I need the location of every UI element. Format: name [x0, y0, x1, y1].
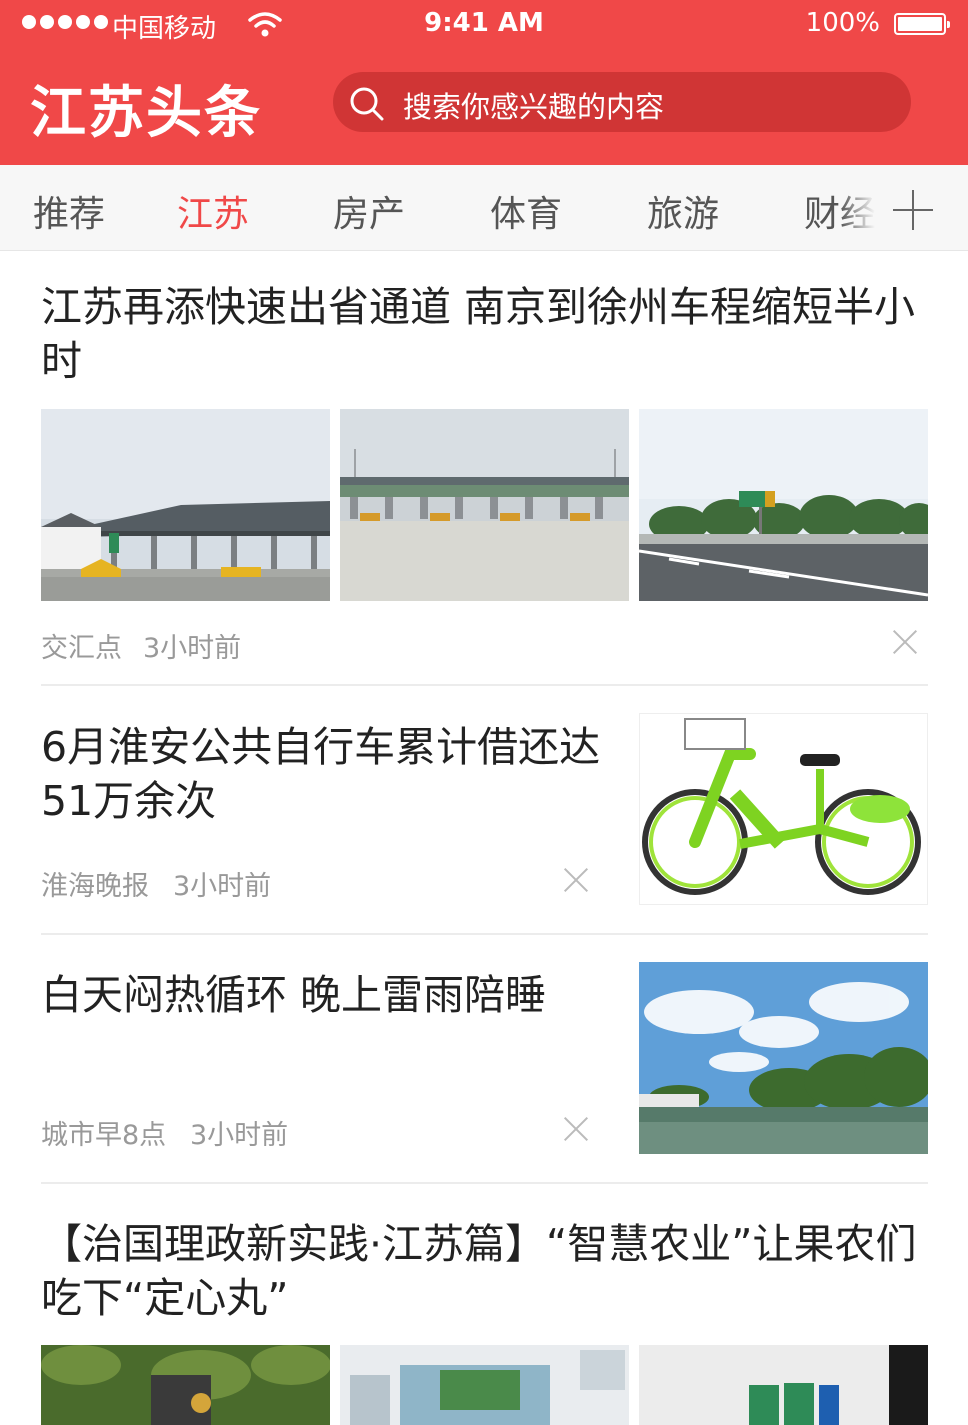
dismiss-icon[interactable]	[564, 868, 588, 892]
app-header: 中国移动 9:41 AM 100% 江苏头条 搜索你感兴趣的内容	[0, 0, 968, 165]
app-title: 江苏头条	[30, 81, 262, 146]
article-time: 3小时前	[190, 1120, 289, 1151]
search-input[interactable]: 搜索你感兴趣的内容	[333, 72, 911, 132]
article-image-toll-gate[interactable]	[41, 409, 330, 601]
tab-fade	[840, 165, 890, 250]
news-item[interactable]: 白天闷热循环 晚上雷雨陪睡	[41, 968, 581, 1022]
tab-sports[interactable]: 体育	[490, 185, 562, 237]
article-image-lake[interactable]	[639, 962, 928, 1154]
article-time: 3小时前	[143, 633, 242, 664]
search-placeholder: 搜索你感兴趣的内容	[403, 90, 665, 124]
search-icon	[350, 87, 384, 121]
status-bar: 中国移动 9:41 AM 100%	[0, 0, 968, 52]
article-source: 淮海晚报	[41, 871, 149, 902]
tab-real-estate[interactable]: 房产	[333, 185, 405, 237]
divider	[41, 1182, 928, 1184]
tab-travel[interactable]: 旅游	[647, 185, 719, 237]
battery-percentage: 100%	[805, 8, 880, 38]
divider	[41, 933, 928, 935]
divider	[41, 684, 928, 686]
article-image-greenhouse[interactable]	[340, 1345, 629, 1425]
article-title[interactable]: 江苏再添快速出省通道 南京到徐州车程缩短半小时	[41, 280, 928, 388]
dismiss-icon[interactable]	[564, 1117, 588, 1141]
article-image-toll-station[interactable]	[340, 409, 629, 601]
article-image-control-cabinet[interactable]	[639, 1345, 928, 1425]
news-item[interactable]: 6月淮安公共自行车累计借还达51万余次	[41, 720, 601, 828]
article-source: 城市早8点	[41, 1120, 167, 1151]
article-time: 3小时前	[173, 871, 272, 902]
news-item[interactable]: 江苏再添快速出省通道 南京到徐州车程缩短半小时	[41, 280, 928, 388]
tab-jiangsu[interactable]: 江苏	[177, 185, 249, 237]
news-item[interactable]: 【治国理政新实践·江苏篇】“智慧农业”让果农们吃下“定心丸”	[41, 1217, 928, 1325]
tab-recommend[interactable]: 推荐	[33, 185, 105, 237]
article-image-highway[interactable]	[639, 409, 928, 601]
article-image-orchard[interactable]	[41, 1345, 330, 1425]
add-tab-icon[interactable]	[893, 190, 933, 230]
article-image-bicycle[interactable]	[639, 713, 928, 905]
article-title[interactable]: 【治国理政新实践·江苏篇】“智慧农业”让果农们吃下“定心丸”	[41, 1217, 928, 1325]
battery-icon	[894, 13, 950, 35]
article-title[interactable]: 白天闷热循环 晚上雷雨陪睡	[41, 968, 581, 1022]
category-tabs: 推荐 江苏 房产 体育 旅游 财经	[0, 165, 968, 251]
article-source: 交汇点	[41, 633, 122, 664]
dismiss-icon[interactable]	[893, 630, 917, 654]
article-title[interactable]: 6月淮安公共自行车累计借还达51万余次	[41, 720, 601, 828]
